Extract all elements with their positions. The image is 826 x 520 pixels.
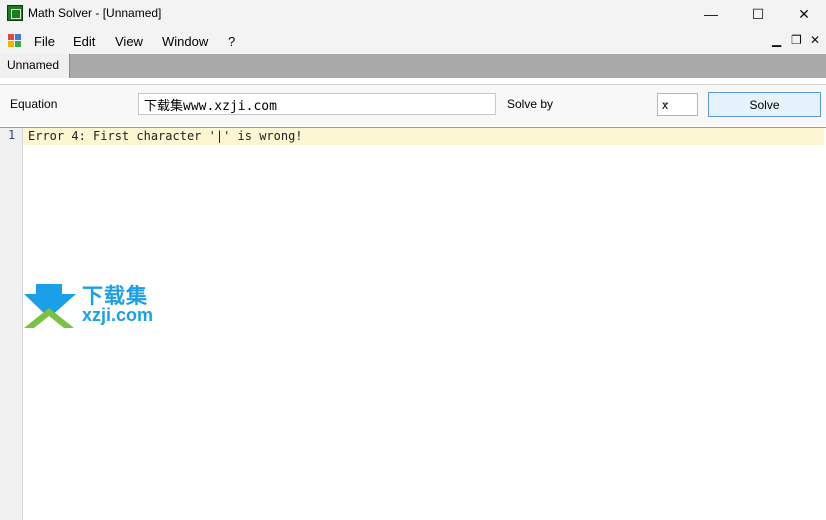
- window-title: Math Solver - [Unnamed]: [28, 6, 162, 20]
- output-editor[interactable]: 1 Error 4: First character '|' is wrong!…: [0, 127, 826, 520]
- document-tab-strip: Unnamed: [0, 54, 826, 78]
- menu-view[interactable]: View: [115, 34, 143, 49]
- menu-file[interactable]: File: [34, 34, 55, 49]
- document-icon[interactable]: [8, 34, 21, 47]
- solve-button[interactable]: Solve: [708, 92, 821, 117]
- title-bar: Math Solver - [Unnamed] — ☐ ✕: [0, 0, 826, 28]
- watermark-logo: 下载集 xzji.com: [24, 284, 174, 330]
- menu-bar: File Edit View Window ? ▁ ❐ ✕: [0, 28, 826, 54]
- menu-window[interactable]: Window: [162, 34, 208, 49]
- download-arrow-icon: [24, 284, 76, 328]
- solve-by-select[interactable]: x ⌄: [657, 93, 698, 116]
- menu-edit[interactable]: Edit: [73, 34, 95, 49]
- editor-line[interactable]: Error 4: First character '|' is wrong!: [28, 129, 303, 143]
- app-icon: [7, 5, 23, 21]
- line-number: 1: [8, 128, 16, 142]
- menu-help[interactable]: ?: [228, 34, 235, 49]
- chevron-down-icon: ⌄: [662, 97, 671, 108]
- watermark-text-en: xzji.com: [82, 305, 154, 325]
- tab-unnamed[interactable]: Unnamed: [0, 54, 70, 78]
- equation-toolbar: Equation Solve by x ⌄ Solve: [0, 84, 826, 125]
- mdi-restore-button[interactable]: ❐: [791, 33, 802, 47]
- minimize-button[interactable]: —: [688, 0, 734, 28]
- line-number-gutter: 1: [0, 128, 23, 520]
- equation-label: Equation: [10, 97, 58, 111]
- equation-input[interactable]: [138, 93, 496, 115]
- close-button[interactable]: ✕: [781, 0, 826, 28]
- solve-by-label: Solve by: [507, 97, 554, 111]
- mdi-close-button[interactable]: ✕: [810, 33, 820, 47]
- maximize-button[interactable]: ☐: [735, 0, 781, 28]
- mdi-minimize-button[interactable]: ▁: [772, 33, 781, 47]
